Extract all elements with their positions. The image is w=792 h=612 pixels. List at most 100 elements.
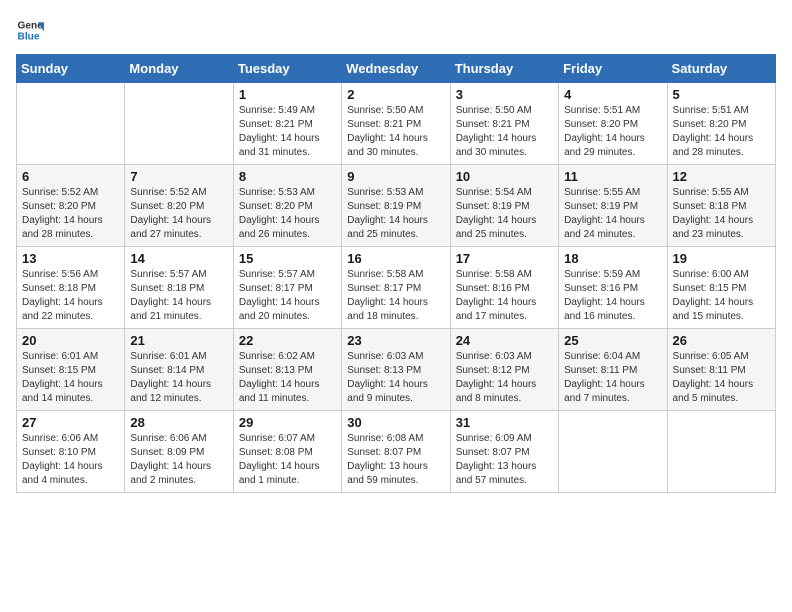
calendar-cell: 30 Sunrise: 6:08 AM Sunset: 8:07 PM Dayli…: [342, 411, 450, 493]
logo: General Blue: [16, 16, 44, 44]
day-number: 18: [564, 251, 661, 266]
day-info: Sunrise: 6:03 AM Sunset: 8:13 PM Dayligh…: [347, 350, 444, 406]
page-header: General Blue: [16, 16, 776, 44]
calendar-cell: [125, 83, 233, 165]
day-number: 3: [456, 87, 553, 102]
day-info: Sunrise: 5:57 AM Sunset: 8:18 PM Dayligh…: [130, 268, 227, 324]
day-number: 28: [130, 415, 227, 430]
day-info: Sunrise: 5:58 AM Sunset: 8:16 PM Dayligh…: [456, 268, 553, 324]
day-info: Sunrise: 5:49 AM Sunset: 8:21 PM Dayligh…: [239, 104, 336, 160]
calendar-cell: 31 Sunrise: 6:09 AM Sunset: 8:07 PM Dayli…: [450, 411, 558, 493]
day-number: 4: [564, 87, 661, 102]
day-info: Sunrise: 5:50 AM Sunset: 8:21 PM Dayligh…: [347, 104, 444, 160]
calendar-cell: [667, 411, 775, 493]
day-header-saturday: Saturday: [667, 55, 775, 83]
day-number: 9: [347, 169, 444, 184]
day-number: 7: [130, 169, 227, 184]
day-number: 31: [456, 415, 553, 430]
day-number: 11: [564, 169, 661, 184]
day-number: 2: [347, 87, 444, 102]
day-number: 24: [456, 333, 553, 348]
day-info: Sunrise: 6:07 AM Sunset: 8:08 PM Dayligh…: [239, 432, 336, 488]
calendar-cell: 22 Sunrise: 6:02 AM Sunset: 8:13 PM Dayli…: [233, 329, 341, 411]
day-info: Sunrise: 5:57 AM Sunset: 8:17 PM Dayligh…: [239, 268, 336, 324]
day-info: Sunrise: 5:54 AM Sunset: 8:19 PM Dayligh…: [456, 186, 553, 242]
day-number: 27: [22, 415, 119, 430]
calendar-cell: 16 Sunrise: 5:58 AM Sunset: 8:17 PM Dayli…: [342, 247, 450, 329]
day-number: 12: [673, 169, 770, 184]
calendar-cell: 12 Sunrise: 5:55 AM Sunset: 8:18 PM Dayli…: [667, 165, 775, 247]
day-info: Sunrise: 5:53 AM Sunset: 8:20 PM Dayligh…: [239, 186, 336, 242]
day-number: 10: [456, 169, 553, 184]
calendar-cell: 9 Sunrise: 5:53 AM Sunset: 8:19 PM Daylig…: [342, 165, 450, 247]
calendar-cell: 29Sunrise: 6:07 AM Sunset: 8:08 PM Dayli…: [233, 411, 341, 493]
day-header-thursday: Thursday: [450, 55, 558, 83]
calendar-cell: 24 Sunrise: 6:03 AM Sunset: 8:12 PM Dayli…: [450, 329, 558, 411]
logo-icon: General Blue: [16, 16, 44, 44]
day-number: 22: [239, 333, 336, 348]
day-info: Sunrise: 6:03 AM Sunset: 8:12 PM Dayligh…: [456, 350, 553, 406]
day-number: 17: [456, 251, 553, 266]
day-info: Sunrise: 6:09 AM Sunset: 8:07 PM Dayligh…: [456, 432, 553, 488]
day-number: 20: [22, 333, 119, 348]
day-info: Sunrise: 6:01 AM Sunset: 8:15 PM Dayligh…: [22, 350, 119, 406]
day-info: Sunrise: 6:06 AM Sunset: 8:09 PM Dayligh…: [130, 432, 227, 488]
day-info: Sunrise: 5:52 AM Sunset: 8:20 PM Dayligh…: [22, 186, 119, 242]
day-info: Sunrise: 6:02 AM Sunset: 8:13 PM Dayligh…: [239, 350, 336, 406]
calendar-cell: 3 Sunrise: 5:50 AM Sunset: 8:21 PM Daylig…: [450, 83, 558, 165]
week-row-3: 13 Sunrise: 5:56 AM Sunset: 8:18 PM Dayli…: [17, 247, 776, 329]
calendar-cell: 21Sunrise: 6:01 AM Sunset: 8:14 PM Dayli…: [125, 329, 233, 411]
calendar-cell: 4Sunrise: 5:51 AM Sunset: 8:20 PM Daylig…: [559, 83, 667, 165]
calendar-cell: 27 Sunrise: 6:06 AM Sunset: 8:10 PM Dayli…: [17, 411, 125, 493]
day-info: Sunrise: 6:05 AM Sunset: 8:11 PM Dayligh…: [673, 350, 770, 406]
day-info: Sunrise: 5:55 AM Sunset: 8:18 PM Dayligh…: [673, 186, 770, 242]
week-row-1: 1Sunrise: 5:49 AM Sunset: 8:21 PM Daylig…: [17, 83, 776, 165]
svg-text:General: General: [18, 20, 44, 31]
calendar-cell: 5 Sunrise: 5:51 AM Sunset: 8:20 PM Daylig…: [667, 83, 775, 165]
day-info: Sunrise: 5:50 AM Sunset: 8:21 PM Dayligh…: [456, 104, 553, 160]
calendar-cell: 19Sunrise: 6:00 AM Sunset: 8:15 PM Dayli…: [667, 247, 775, 329]
calendar-cell: 15 Sunrise: 5:57 AM Sunset: 8:17 PM Dayli…: [233, 247, 341, 329]
day-number: 30: [347, 415, 444, 430]
calendar-cell: 25Sunrise: 6:04 AM Sunset: 8:11 PM Dayli…: [559, 329, 667, 411]
day-info: Sunrise: 6:04 AM Sunset: 8:11 PM Dayligh…: [564, 350, 661, 406]
calendar-header-row: SundayMondayTuesdayWednesdayThursdayFrid…: [17, 55, 776, 83]
day-info: Sunrise: 6:08 AM Sunset: 8:07 PM Dayligh…: [347, 432, 444, 488]
calendar-cell: 23Sunrise: 6:03 AM Sunset: 8:13 PM Dayli…: [342, 329, 450, 411]
calendar-cell: 26Sunrise: 6:05 AM Sunset: 8:11 PM Dayli…: [667, 329, 775, 411]
calendar-cell: 13 Sunrise: 5:56 AM Sunset: 8:18 PM Dayli…: [17, 247, 125, 329]
calendar-cell: 1Sunrise: 5:49 AM Sunset: 8:21 PM Daylig…: [233, 83, 341, 165]
day-info: Sunrise: 5:51 AM Sunset: 8:20 PM Dayligh…: [673, 104, 770, 160]
day-number: 14: [130, 251, 227, 266]
svg-text:Blue: Blue: [18, 31, 40, 42]
calendar-cell: 17 Sunrise: 5:58 AM Sunset: 8:16 PM Dayli…: [450, 247, 558, 329]
day-header-tuesday: Tuesday: [233, 55, 341, 83]
day-number: 15: [239, 251, 336, 266]
calendar-cell: 20 Sunrise: 6:01 AM Sunset: 8:15 PM Dayli…: [17, 329, 125, 411]
day-info: Sunrise: 5:53 AM Sunset: 8:19 PM Dayligh…: [347, 186, 444, 242]
day-number: 16: [347, 251, 444, 266]
day-header-friday: Friday: [559, 55, 667, 83]
calendar-cell: [17, 83, 125, 165]
calendar-cell: 8 Sunrise: 5:53 AM Sunset: 8:20 PM Daylig…: [233, 165, 341, 247]
calendar-cell: 2 Sunrise: 5:50 AM Sunset: 8:21 PM Daylig…: [342, 83, 450, 165]
calendar-cell: 18 Sunrise: 5:59 AM Sunset: 8:16 PM Dayli…: [559, 247, 667, 329]
day-header-monday: Monday: [125, 55, 233, 83]
day-info: Sunrise: 5:58 AM Sunset: 8:17 PM Dayligh…: [347, 268, 444, 324]
calendar-cell: 14 Sunrise: 5:57 AM Sunset: 8:18 PM Dayli…: [125, 247, 233, 329]
day-info: Sunrise: 6:06 AM Sunset: 8:10 PM Dayligh…: [22, 432, 119, 488]
calendar-cell: 10 Sunrise: 5:54 AM Sunset: 8:19 PM Dayli…: [450, 165, 558, 247]
day-info: Sunrise: 5:59 AM Sunset: 8:16 PM Dayligh…: [564, 268, 661, 324]
day-number: 5: [673, 87, 770, 102]
week-row-2: 6Sunrise: 5:52 AM Sunset: 8:20 PM Daylig…: [17, 165, 776, 247]
calendar-cell: [559, 411, 667, 493]
day-info: Sunrise: 5:52 AM Sunset: 8:20 PM Dayligh…: [130, 186, 227, 242]
day-number: 13: [22, 251, 119, 266]
calendar-cell: 11 Sunrise: 5:55 AM Sunset: 8:19 PM Dayli…: [559, 165, 667, 247]
day-info: Sunrise: 5:56 AM Sunset: 8:18 PM Dayligh…: [22, 268, 119, 324]
day-info: Sunrise: 6:00 AM Sunset: 8:15 PM Dayligh…: [673, 268, 770, 324]
day-number: 8: [239, 169, 336, 184]
week-row-5: 27 Sunrise: 6:06 AM Sunset: 8:10 PM Dayli…: [17, 411, 776, 493]
week-row-4: 20 Sunrise: 6:01 AM Sunset: 8:15 PM Dayli…: [17, 329, 776, 411]
day-info: Sunrise: 5:55 AM Sunset: 8:19 PM Dayligh…: [564, 186, 661, 242]
